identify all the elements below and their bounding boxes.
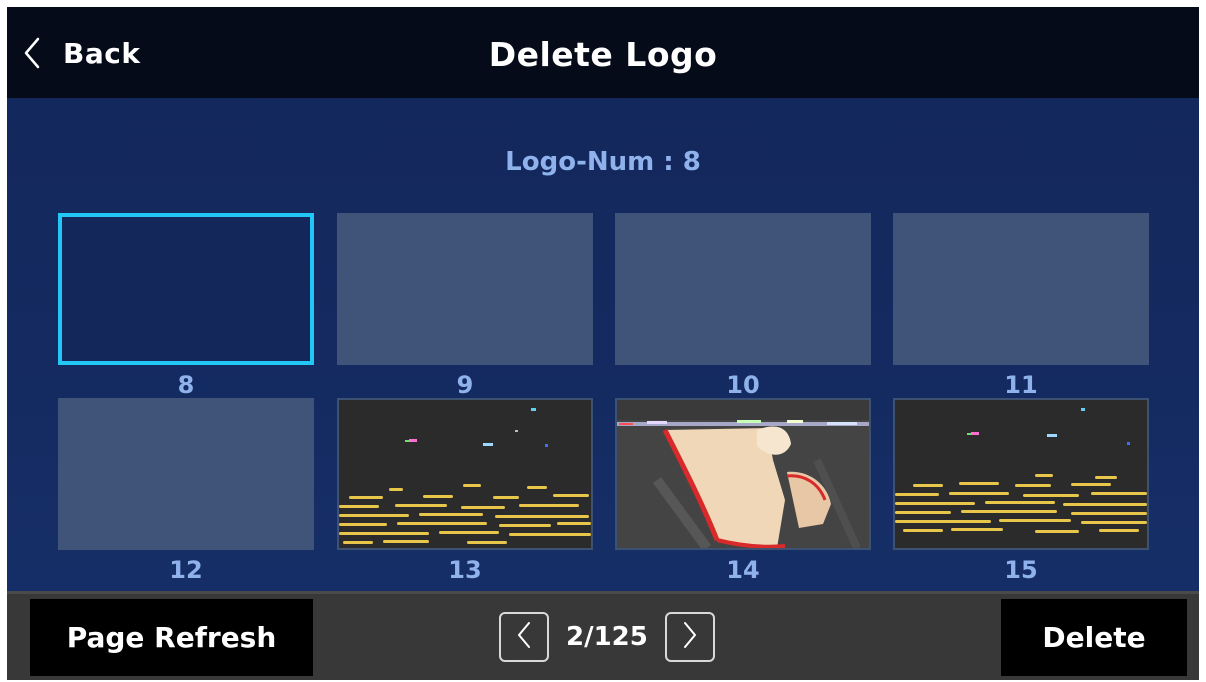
page-indicator: 2/125 (566, 622, 648, 652)
logo-thumbnail-15 (895, 400, 1147, 548)
logo-slot-label: 14 (726, 556, 760, 584)
logo-slot-15[interactable] (893, 398, 1149, 550)
chevron-right-icon (682, 621, 698, 653)
top-bar: Delete Logo Back (7, 7, 1199, 98)
logo-slot-8[interactable] (58, 213, 314, 365)
logo-slot-label: 11 (1004, 371, 1038, 399)
logo-slot-12[interactable] (58, 398, 314, 550)
logo-num-label: Logo-Num : 8 (505, 147, 701, 177)
logo-slot-label: 13 (448, 556, 482, 584)
logo-slot-label: 9 (456, 371, 474, 399)
chevron-left-icon (516, 621, 532, 653)
delete-button[interactable]: Delete (1001, 599, 1187, 676)
logo-thumbnail-14 (617, 400, 869, 548)
chevron-left-icon (23, 37, 41, 69)
logo-slot-10[interactable] (615, 213, 871, 365)
logo-slot-14[interactable] (615, 398, 871, 550)
logo-slot-13[interactable] (337, 398, 593, 550)
prev-page-button[interactable] (499, 612, 549, 662)
logo-slot-label: 10 (726, 371, 760, 399)
screen: Delete Logo Back Logo-Num : 8 8 9 10 11 … (7, 7, 1199, 680)
logo-slot-9[interactable] (337, 213, 593, 365)
page-title: Delete Logo (488, 35, 718, 74)
page-refresh-button[interactable]: Page Refresh (30, 599, 313, 676)
logo-slot-label: 15 (1004, 556, 1038, 584)
logo-slot-label: 12 (169, 556, 203, 584)
back-button[interactable]: Back (23, 31, 140, 75)
next-page-button[interactable] (665, 612, 715, 662)
logo-thumbnail-13 (339, 400, 591, 548)
back-label: Back (63, 36, 141, 70)
logo-slot-11[interactable] (893, 213, 1149, 365)
logo-slot-label: 8 (177, 371, 195, 399)
